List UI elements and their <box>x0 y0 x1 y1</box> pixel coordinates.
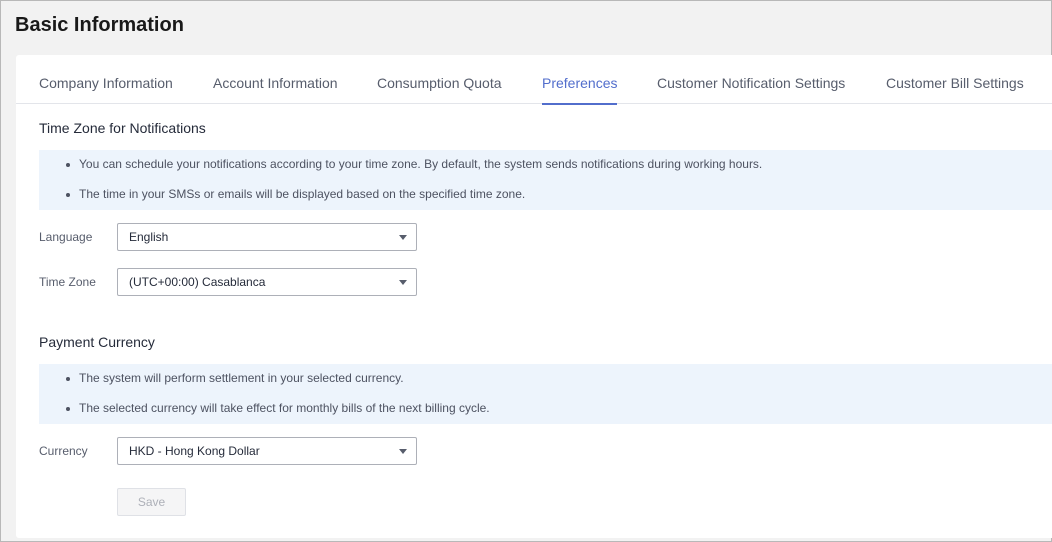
currency-label: Currency <box>39 444 88 458</box>
language-value: English <box>129 230 169 244</box>
timezone-note: The time in your SMSs or emails will be … <box>65 187 526 201</box>
content-card: Company Information Account Information … <box>16 55 1052 538</box>
tab-preferences[interactable]: Preferences <box>542 75 618 105</box>
currency-note: The selected currency will take effect f… <box>66 401 490 415</box>
save-button[interactable]: Save <box>117 488 186 516</box>
language-select[interactable]: English <box>117 223 417 251</box>
tab-customer-notification-settings[interactable]: Customer Notification Settings <box>657 75 845 104</box>
timezone-note: You can schedule your notifications acco… <box>65 157 763 171</box>
currency-value: HKD - Hong Kong Dollar <box>129 444 260 458</box>
timezone-value: (UTC+00:00) Casablanca <box>129 275 266 289</box>
tab-account-information[interactable]: Account Information <box>213 75 338 104</box>
currency-note: The system will perform settlement in yo… <box>66 371 404 385</box>
caret-down-icon <box>399 280 407 285</box>
timezone-section-title: Time Zone for Notifications <box>39 120 206 136</box>
currency-notice: The system will perform settlement in yo… <box>39 364 1052 424</box>
language-label: Language <box>39 230 93 244</box>
window-frame: Basic Information Company Information Ac… <box>0 0 1052 542</box>
currency-section-title: Payment Currency <box>39 334 155 350</box>
tab-customer-bill-settings[interactable]: Customer Bill Settings <box>886 75 1024 104</box>
page-title: Basic Information <box>15 14 184 36</box>
timezone-label: Time Zone <box>39 275 96 289</box>
tab-company-information[interactable]: Company Information <box>39 75 173 104</box>
caret-down-icon <box>399 449 407 454</box>
caret-down-icon <box>399 235 407 240</box>
currency-select[interactable]: HKD - Hong Kong Dollar <box>117 437 417 465</box>
timezone-notice: You can schedule your notifications acco… <box>39 150 1052 210</box>
tab-consumption-quota[interactable]: Consumption Quota <box>377 75 502 104</box>
tab-bar: Company Information Account Information … <box>16 55 1052 105</box>
timezone-select[interactable]: (UTC+00:00) Casablanca <box>117 268 417 296</box>
